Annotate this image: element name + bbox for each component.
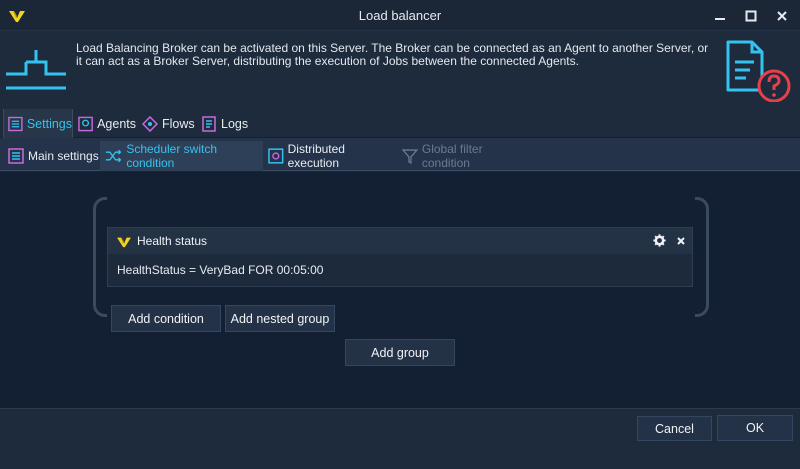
condition-expression: HealthStatus = VeryBad FOR 00:05:00 bbox=[117, 263, 324, 277]
condition-title: Health status bbox=[137, 234, 208, 248]
filter-icon bbox=[402, 149, 418, 164]
condition-card-header: Health status bbox=[108, 228, 692, 254]
maximize-button[interactable] bbox=[735, 0, 767, 31]
tab-logs-label: Logs bbox=[221, 116, 249, 131]
subtab-scheduler-switch-condition[interactable]: Scheduler switch condition bbox=[100, 141, 263, 171]
tab-agents[interactable]: Agents bbox=[74, 109, 136, 138]
load-balancer-icon bbox=[6, 50, 66, 90]
ok-button[interactable]: OK bbox=[717, 415, 793, 441]
subtab-main-settings-label: Main settings bbox=[28, 149, 99, 163]
add-nested-group-button[interactable]: Add nested group bbox=[225, 305, 335, 332]
shuffle-icon bbox=[105, 149, 122, 163]
help-document-icon[interactable] bbox=[724, 38, 794, 102]
header-area: Load Balancing Broker can be activated o… bbox=[0, 31, 800, 109]
gear-icon[interactable] bbox=[653, 234, 666, 247]
condition-card[interactable]: Health status HealthStatus = VeryBad FOR… bbox=[107, 227, 693, 287]
agents-icon bbox=[78, 116, 93, 131]
main-tab-bar: Settings Agents Flows Logs bbox=[0, 109, 800, 138]
window-title: Load balancer bbox=[358, 8, 442, 23]
logs-icon bbox=[202, 115, 216, 132]
cancel-button[interactable]: Cancel bbox=[637, 416, 712, 441]
condition-actions bbox=[653, 234, 686, 247]
distributed-icon bbox=[268, 148, 284, 164]
tab-flows-label: Flows bbox=[162, 116, 195, 131]
tab-agents-label: Agents bbox=[97, 116, 136, 131]
add-group-button[interactable]: Add group bbox=[345, 339, 455, 366]
header-description: Load Balancing Broker can be activated o… bbox=[76, 41, 709, 68]
tab-logs[interactable]: Logs bbox=[197, 109, 249, 138]
tab-settings[interactable]: Settings bbox=[3, 109, 73, 138]
minimize-button[interactable] bbox=[704, 0, 736, 31]
close-icon bbox=[777, 10, 787, 21]
sub-tab-bar: Main settings Scheduler switch condition… bbox=[0, 138, 800, 171]
main-settings-icon bbox=[8, 148, 24, 164]
close-button[interactable] bbox=[766, 0, 798, 31]
subtab-global-filter-condition[interactable]: Global filter condition bbox=[397, 141, 533, 171]
tab-settings-label: Settings bbox=[26, 116, 72, 131]
flows-icon bbox=[142, 115, 158, 132]
settings-icon bbox=[8, 116, 23, 131]
tab-flows[interactable]: Flows bbox=[138, 109, 196, 138]
add-condition-button[interactable]: Add condition bbox=[111, 305, 221, 332]
health-status-icon bbox=[117, 237, 131, 247]
title-bar: Load balancer bbox=[0, 0, 800, 31]
condition-editor-area bbox=[0, 172, 800, 408]
subtab-distributed-execution-label: Distributed execution bbox=[287, 142, 345, 170]
subtab-global-filter-condition-label: Global filter condition bbox=[421, 142, 483, 170]
remove-condition-icon[interactable] bbox=[676, 236, 686, 246]
subtab-distributed-execution[interactable]: Distributed execution bbox=[263, 141, 397, 171]
subtab-scheduler-switch-condition-label: Scheduler switch condition bbox=[126, 142, 218, 170]
subtab-main-settings[interactable]: Main settings bbox=[3, 141, 99, 171]
minimize-icon bbox=[715, 17, 725, 20]
group-bracket-right bbox=[695, 197, 709, 317]
group-bracket-left bbox=[93, 197, 107, 317]
maximize-icon bbox=[745, 10, 757, 21]
